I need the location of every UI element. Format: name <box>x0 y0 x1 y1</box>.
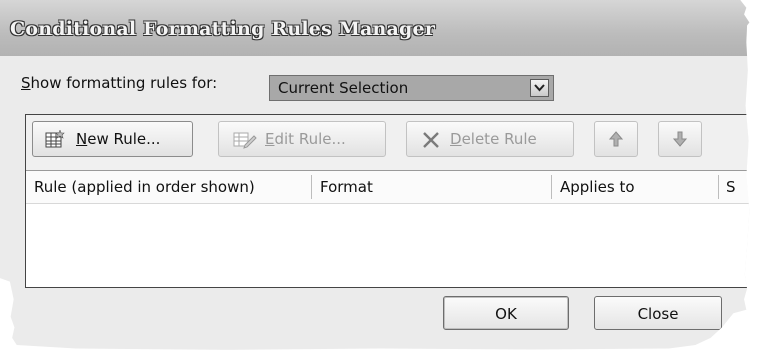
access-key: D <box>450 130 462 148</box>
edit-rule-button[interactable]: Edit Rule... <box>218 121 386 157</box>
rules-list[interactable] <box>26 204 749 287</box>
column-header-format[interactable]: Format <box>320 178 373 196</box>
dialog-window: Conditional Formatting Rules Manager Sho… <box>0 0 750 350</box>
arrow-down-icon <box>672 131 688 151</box>
show-rules-select[interactable]: Current Selection <box>269 75 554 101</box>
column-divider[interactable] <box>311 175 312 199</box>
close-icon <box>422 131 440 153</box>
title-bar[interactable]: Conditional Formatting Rules Manager <box>0 0 750 56</box>
dialog-title: Conditional Formatting Rules Manager <box>10 18 436 40</box>
edit-rule-icon <box>233 130 257 153</box>
close-button-label: Close <box>637 305 679 323</box>
column-header-applies-to[interactable]: Applies to <box>560 178 635 196</box>
column-header-stop-if-true[interactable]: S <box>726 178 736 196</box>
rules-panel: New Rule... Edit Rule... Delete Rule Rul… <box>25 114 750 288</box>
rules-toolbar: New Rule... Edit Rule... Delete Rule <box>26 115 750 171</box>
close-button[interactable]: Close <box>594 296 722 330</box>
ok-button[interactable]: OK <box>443 296 569 330</box>
move-up-button[interactable] <box>594 121 638 157</box>
show-rules-label-text: how formatting rules for: <box>30 74 218 92</box>
new-rule-icon <box>45 129 65 153</box>
chevron-down-icon[interactable] <box>530 79 549 97</box>
show-rules-label: Show formatting rules for: <box>21 74 217 92</box>
column-divider[interactable] <box>551 175 552 199</box>
delete-rule-button[interactable]: Delete Rule <box>406 121 574 157</box>
edit-rule-label: dit Rule... <box>274 130 346 148</box>
arrow-up-icon <box>608 131 624 151</box>
access-key: S <box>21 74 31 92</box>
new-rule-label: ew Rule... <box>87 130 161 148</box>
column-header-rule[interactable]: Rule (applied in order shown) <box>34 178 255 196</box>
new-rule-button[interactable]: New Rule... <box>32 121 193 157</box>
access-key: N <box>76 130 88 148</box>
column-divider[interactable] <box>718 175 719 199</box>
delete-rule-label: elete Rule <box>461 130 537 148</box>
show-rules-selected-value: Current Selection <box>278 79 409 97</box>
move-down-button[interactable] <box>658 121 702 157</box>
rules-table-header: Rule (applied in order shown) Format App… <box>26 171 750 204</box>
ok-button-label: OK <box>495 305 517 323</box>
